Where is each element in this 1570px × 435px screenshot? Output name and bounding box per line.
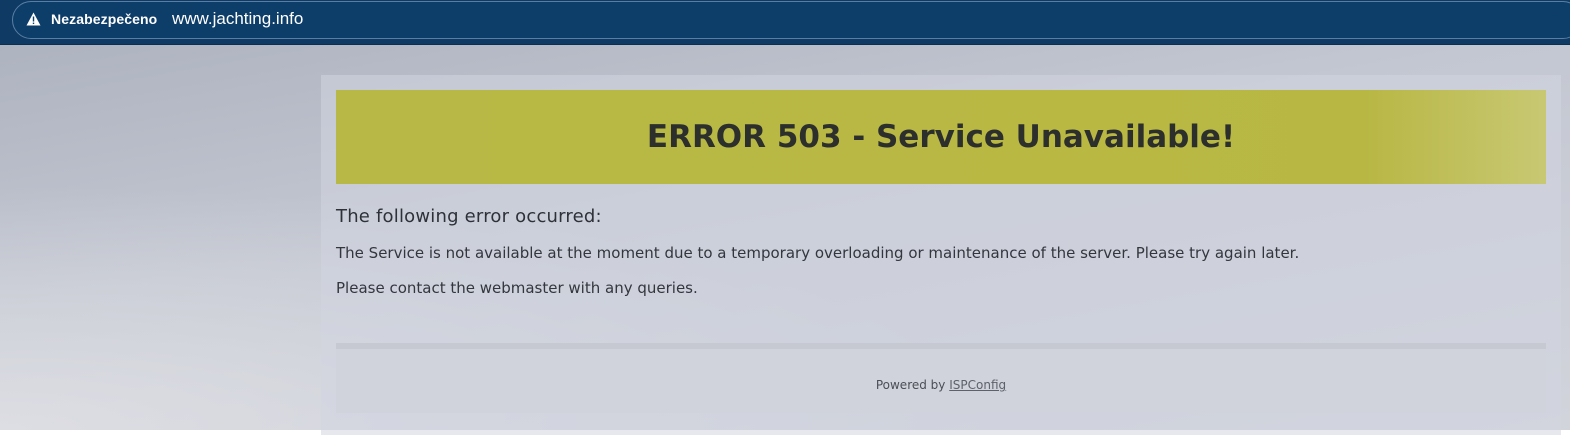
footer: Powered by ISPConfig [336, 343, 1546, 413]
error-banner: ERROR 503 - Service Unavailable! [336, 90, 1546, 184]
error-message: The Service is not available at the mome… [336, 244, 1300, 262]
footer-text: Powered by ISPConfig [336, 378, 1546, 392]
browser-toolbar: Nezabezpečeno www.jachting.info [0, 0, 1570, 45]
warning-triangle-icon[interactable] [26, 12, 41, 26]
contact-message: Please contact the webmaster with any qu… [336, 279, 698, 297]
security-status-label[interactable]: Nezabezpečeno [51, 11, 157, 27]
ispconfig-link[interactable]: ISPConfig [949, 378, 1006, 392]
error-title-text: ERROR 503 - Service Unavailable! [646, 119, 1236, 155]
page-title: ERROR 503 - Service Unavailable! [336, 119, 1546, 155]
error-heading: The following error occurred: [336, 206, 602, 227]
footer-prefix: Powered by [875, 378, 946, 392]
content-panel: ERROR 503 - Service Unavailable! The fol… [321, 75, 1561, 435]
page-viewport: ERROR 503 - Service Unavailable! The fol… [0, 45, 1570, 435]
url-text[interactable]: www.jachting.info [172, 9, 303, 29]
